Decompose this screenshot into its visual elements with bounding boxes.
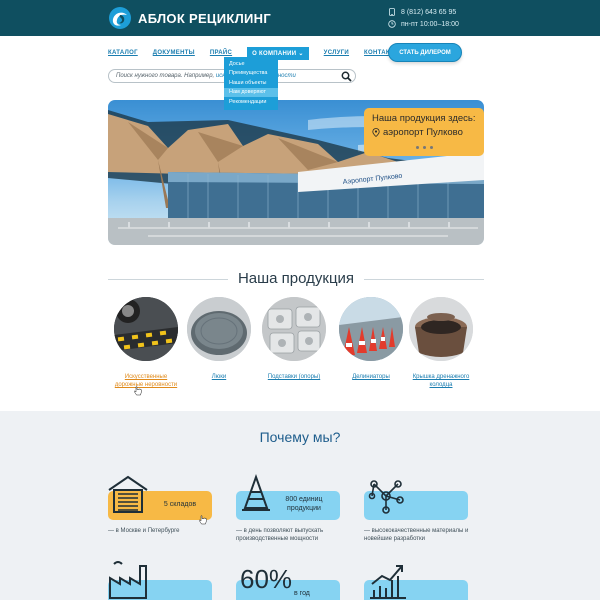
phone-icon (389, 8, 395, 16)
dropdown-item-trust[interactable]: Нам доверяют (224, 87, 278, 97)
promo-title: Наша продукция здесь: (372, 113, 476, 124)
promo-card[interactable]: Наша продукция здесь: аэропорт Пулково (364, 108, 484, 156)
product-card-drain-cover[interactable]: Крышка дренажного колодца (406, 297, 476, 389)
product-image (262, 297, 326, 361)
carousel-dots (416, 146, 437, 149)
work-hours: пн-пт 10:00–18:00 (401, 20, 459, 28)
factory-icon (109, 561, 147, 599)
chevron-down-icon: ⌄ (298, 50, 304, 57)
divider (108, 279, 228, 280)
products-title: Наша продукция (237, 270, 355, 287)
hand-cursor-icon (199, 515, 207, 525)
location-pin-icon (372, 128, 380, 137)
brand-name: АБЛОК РЕЦИКЛИНГ (138, 10, 272, 26)
product-card-hatches[interactable]: Люки (184, 297, 254, 381)
product-label[interactable]: Подставки (опоры) (259, 373, 329, 381)
product-label[interactable]: Искусственные дорожные неровности (111, 373, 181, 389)
logo-icon (109, 7, 131, 29)
nav-documents[interactable]: ДОКУМЕНТЫ (153, 50, 195, 56)
nav-price[interactable]: ПРАЙС (210, 50, 232, 56)
product-label[interactable]: Люки (184, 373, 254, 381)
product-image (409, 297, 473, 361)
product-card-delineators[interactable]: Делиниаторы (336, 297, 406, 381)
carousel-dot[interactable] (430, 146, 433, 149)
warehouse-icon (108, 475, 148, 513)
feature-small-value: в год (294, 590, 310, 597)
product-image (187, 297, 251, 361)
feature-big-value: 60% (240, 564, 293, 594)
carousel-dot[interactable] (423, 146, 426, 149)
feature-value: 800 единиц продукции (285, 496, 323, 512)
promo-location-text: аэропорт Пулково (383, 127, 463, 138)
top-bar: АБЛОК РЕЦИКЛИНГ 8 (812) 643 65 95 пн-пт … (0, 0, 600, 36)
molecule-icon (368, 480, 404, 514)
phone-number[interactable]: 8 (812) 643 65 95 (401, 9, 456, 16)
carousel-dot[interactable] (416, 146, 419, 149)
hand-cursor-icon (134, 386, 142, 396)
become-dealer-button[interactable]: СТАТЬ ДИЛЕРОМ (388, 43, 462, 62)
dropdown-item-recommendations[interactable]: Рекомендации (224, 97, 278, 107)
product-image (114, 297, 178, 361)
growth-chart-icon (370, 565, 406, 599)
search-placeholder: Поиск нужного товара. Например, (116, 73, 215, 79)
dropdown-item-dossier[interactable]: Досье (224, 59, 278, 69)
feature-value: 5 складов (163, 501, 197, 508)
nav-about-label: О КОМПАНИИ (252, 50, 297, 57)
promo-location: аэропорт Пулково (372, 127, 476, 138)
product-image (339, 297, 403, 361)
nav-services[interactable]: УСЛУГИ (324, 50, 349, 56)
product-label[interactable]: Крышка дренажного колодца (406, 373, 476, 389)
feature-caption: — высококачественные материалы и новейши… (364, 528, 469, 542)
logo[interactable]: АБЛОК РЕЦИКЛИНГ (108, 6, 271, 30)
dropdown-item-objects[interactable]: Наши объекты (224, 78, 278, 88)
clock-icon (388, 20, 396, 28)
nav-catalog[interactable]: КАТАЛОГ (108, 50, 138, 56)
why-title: Почему мы? (259, 429, 341, 445)
product-card-speed-bumps[interactable]: Искусственные дорожные неровности (111, 297, 181, 389)
product-card-supports[interactable]: Подставки (опоры) (259, 297, 329, 381)
dropdown-item-advantages[interactable]: Преимущества (224, 69, 278, 79)
divider (364, 279, 484, 280)
search-icon[interactable] (341, 71, 352, 82)
product-label[interactable]: Делиниаторы (336, 373, 406, 381)
contacts: 8 (812) 643 65 95 пн-пт 10:00–18:00 (388, 6, 459, 30)
feature-caption: — в Москве и Петербурге (108, 528, 180, 534)
feature-caption: — в день позволяют выпускать производств… (236, 528, 324, 542)
about-dropdown: Досье Преимущества Наши объекты Нам дове… (224, 57, 278, 110)
traffic-cone-icon (242, 474, 270, 511)
